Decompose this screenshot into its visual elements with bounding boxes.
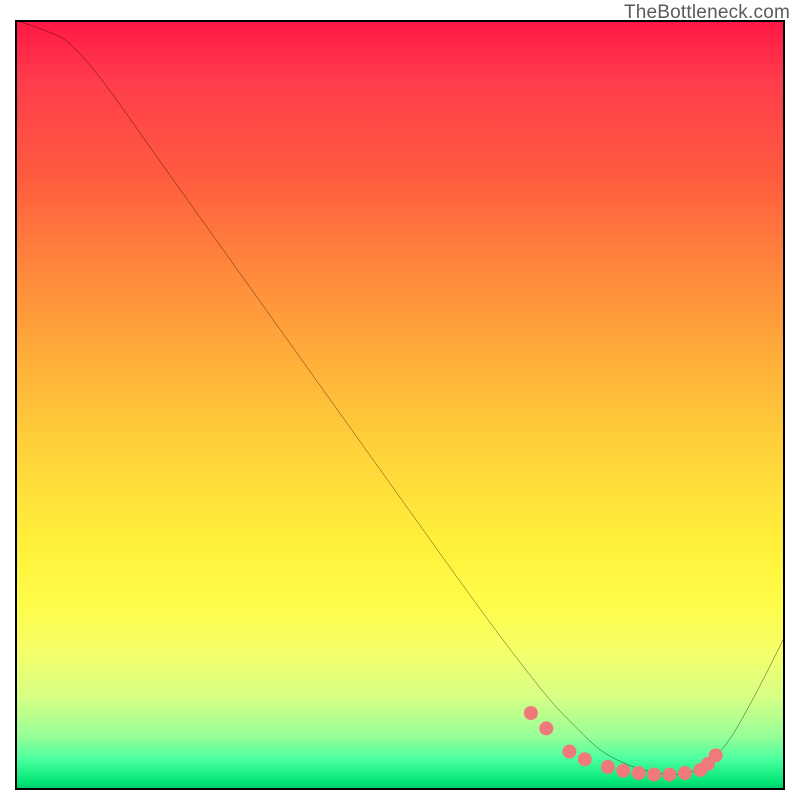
bottleneck-curve-path bbox=[15, 20, 785, 775]
highlight-dot bbox=[616, 764, 630, 778]
highlight-dot bbox=[524, 706, 538, 720]
highlight-dot bbox=[578, 752, 592, 766]
highlight-dots-group bbox=[524, 706, 723, 782]
chart-svg bbox=[15, 20, 785, 790]
highlight-dot bbox=[662, 768, 676, 782]
highlight-dot bbox=[678, 766, 692, 780]
highlight-dot bbox=[647, 768, 661, 782]
highlight-dot bbox=[562, 744, 576, 758]
highlight-dot bbox=[539, 721, 553, 735]
highlight-dot bbox=[601, 760, 615, 774]
chart-canvas: TheBottleneck.com bbox=[0, 0, 800, 800]
highlight-dot bbox=[632, 766, 646, 780]
highlight-dot bbox=[709, 748, 723, 762]
plot-area bbox=[15, 20, 785, 790]
